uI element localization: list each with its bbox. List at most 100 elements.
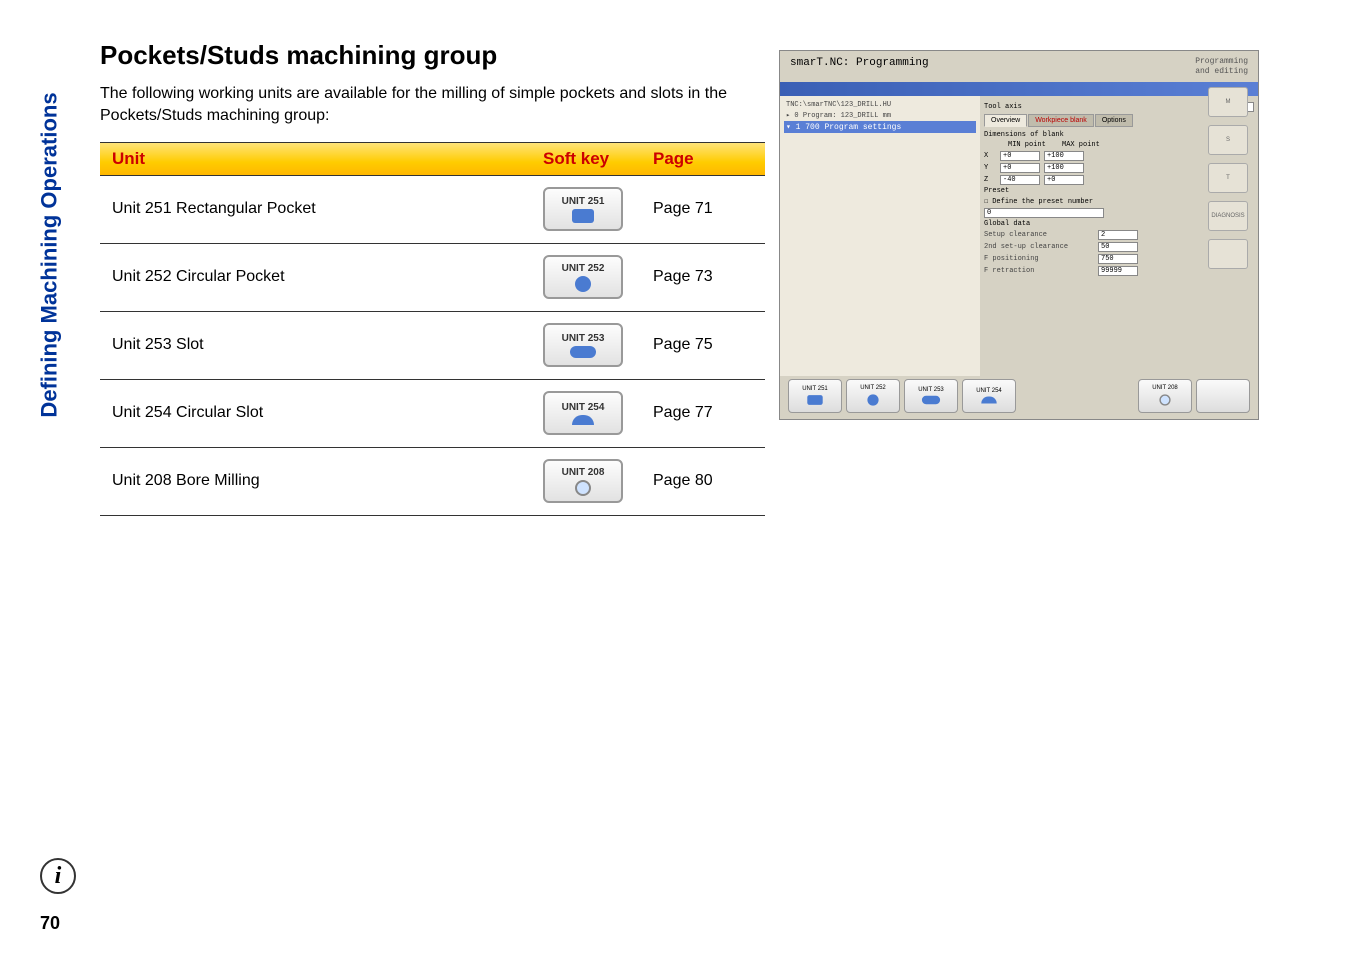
softkey-unit-253[interactable]: UNIT 253 [543,323,623,367]
unit-name: Unit 208 Bore Milling [112,472,543,490]
tnc-sk-251[interactable]: UNIT 251 [788,379,842,413]
ricon-t[interactable]: T [1208,163,1248,193]
tnc-tree: TNC:\smarTNC\123_DRILL.HU ▸ 0 Program: 1… [780,96,980,376]
softkey-unit-208[interactable]: UNIT 208 [543,459,623,503]
softkey-label: UNIT 208 [562,467,605,478]
info-icon: i [40,858,76,894]
ymax-input[interactable]: +100 [1044,163,1084,173]
col-header-unit: Unit [112,149,543,169]
zmax-input[interactable]: +0 [1044,175,1084,185]
minpt-label: MIN point [1008,141,1058,149]
unit-name: Unit 254 Circular Slot [112,404,543,422]
ricon-extra[interactable] [1208,239,1248,269]
tnc-right-icons: M S T DIAGNOSIS [1208,87,1252,269]
col-header-page: Page [653,149,753,169]
ricon-s[interactable]: S [1208,125,1248,155]
preset-label: Preset [984,187,1009,195]
sk-label: UNIT 254 [976,388,1002,394]
preset-input[interactable]: 0 [984,208,1104,218]
circular-slot-icon [572,415,594,425]
rect-pocket-icon [807,395,822,405]
tree-idx: 0 [794,112,798,120]
tnc-sk-254[interactable]: UNIT 254 [962,379,1016,413]
unit-name: Unit 253 Slot [112,336,543,354]
page-number: 70 [40,913,60,934]
page-ref[interactable]: Page 73 [653,268,753,286]
softkey-unit-254[interactable]: UNIT 254 [543,391,623,435]
section-title: Pockets/Studs machining group [100,40,765,71]
tab-workpiece[interactable]: Workpiece blank [1028,114,1094,127]
page-ref[interactable]: Page 75 [653,336,753,354]
tnc-screenshot: smarT.NC: Programming Programming and ed… [779,50,1259,420]
ricon-m[interactable]: M [1208,87,1248,117]
col-header-soft: Soft key [543,149,653,169]
tnc-header: smarT.NC: Programming Programming and ed… [780,51,1258,82]
softkey-label: UNIT 252 [562,263,605,274]
toolaxis-label: Tool axis [984,103,1022,111]
tree-row-selected[interactable]: ▾ 1 700 Program settings [784,121,976,133]
circular-slot-icon [981,396,996,403]
tnc-body: TNC:\smarTNC\123_DRILL.HU ▸ 0 Program: 1… [780,96,1258,376]
page-ref[interactable]: Page 71 [653,200,753,218]
preset-define[interactable]: Define the preset number [992,198,1093,206]
mode-line2: and editing [1195,67,1248,77]
mode-line1: Programming [1195,57,1248,67]
softkey-unit-251[interactable]: UNIT 251 [543,187,623,231]
tree-path: TNC:\smarTNC\123_DRILL.HU [784,100,976,110]
fret-label: F retraction [984,267,1094,275]
tab-overview[interactable]: Overview [984,114,1027,127]
second-cl-input[interactable]: 50 [1098,242,1138,252]
rect-pocket-icon [572,209,594,223]
circle-pocket-icon [575,276,591,292]
fpos-input[interactable]: 750 [1098,254,1138,264]
setup-cl-input[interactable]: 2 [1098,230,1138,240]
bore-milling-icon [1159,394,1170,405]
x-label: X [984,152,996,160]
tree-idx: 1 [796,123,801,132]
circle-pocket-icon [867,394,878,405]
xmin-input[interactable]: +0 [1000,151,1040,161]
table-header: Unit Soft key Page [100,142,765,176]
main-content: Pockets/Studs machining group The follow… [100,40,765,924]
xmax-input[interactable]: +100 [1044,151,1084,161]
z-label: Z [984,176,996,184]
zmin-input[interactable]: -40 [1000,175,1040,185]
fpos-label: F positioning [984,255,1094,263]
ymin-input[interactable]: +0 [1000,163,1040,173]
tree-text: 700 Program settings [805,123,901,132]
unit-table: Unit Soft key Page Unit 251 Rectangular … [100,142,765,516]
global-label: Global data [984,220,1030,228]
sk-label: UNIT 251 [802,386,828,392]
tnc-sk-253[interactable]: UNIT 253 [904,379,958,413]
second-cl-label: 2nd set-up clearance [984,243,1094,251]
page-ref[interactable]: Page 77 [653,404,753,422]
tnc-bluebar [780,82,1258,96]
dims-label: Dimensions of blank [984,131,1064,139]
sidebar-label: Defining Machining Operations [37,92,63,417]
sidebar-tab: Defining Machining Operations [35,40,65,470]
table-row: Unit 208 Bore Milling UNIT 208 Page 80 [100,448,765,516]
y-label: Y [984,164,996,172]
tree-row[interactable]: ▸ 0 Program: 123_DRILL mm [784,110,976,121]
fret-input[interactable]: 99999 [1098,266,1138,276]
ricon-diag[interactable]: DIAGNOSIS [1208,201,1248,231]
tab-options[interactable]: Options [1095,114,1133,127]
info-glyph: i [55,863,62,890]
bore-milling-icon [575,480,591,496]
page-ref[interactable]: Page 80 [653,472,753,490]
tnc-sk-208[interactable]: UNIT 208 [1138,379,1192,413]
table-row: Unit 253 Slot UNIT 253 Page 75 [100,312,765,380]
setup-cl-label: Setup clearance [984,231,1094,239]
tnc-title: smarT.NC: Programming [790,57,929,76]
table-row: Unit 254 Circular Slot UNIT 254 Page 77 [100,380,765,448]
softkey-unit-252[interactable]: UNIT 252 [543,255,623,299]
intro-text: The following working units are availabl… [100,83,765,128]
table-row: Unit 252 Circular Pocket UNIT 252 Page 7… [100,244,765,312]
table-row: Unit 251 Rectangular Pocket UNIT 251 Pag… [100,176,765,244]
tnc-sk-blank[interactable] [1196,379,1250,413]
slot-icon [570,346,596,358]
tnc-sk-252[interactable]: UNIT 252 [846,379,900,413]
softkey-label: UNIT 251 [562,196,605,207]
softkey-label: UNIT 254 [562,402,605,413]
tree-text: Program: 123_DRILL mm [803,112,891,120]
